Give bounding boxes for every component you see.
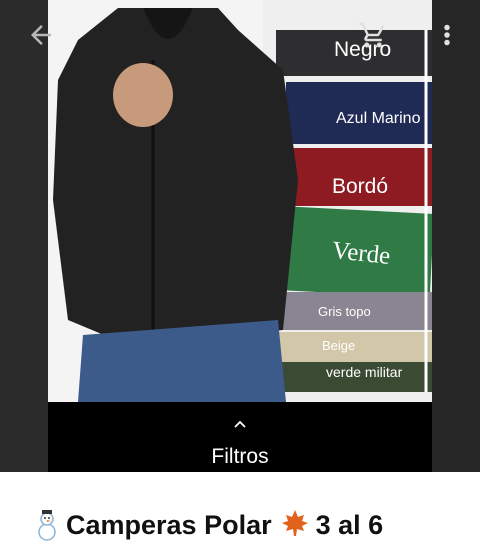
hand [113,63,173,127]
title-suffix: 3 al 6 [315,509,384,540]
maple-leaf-emoji [280,508,314,542]
more-vert-icon[interactable] [438,20,456,55]
label-bordo: Bordó [332,175,389,198]
jacket-body [53,8,298,345]
gallery-right-edge [432,0,480,472]
chevron-up-icon[interactable] [48,416,432,430]
filters-label[interactable]: Filtros [48,445,432,469]
label-gris-topo: Gris topo [318,304,371,319]
label-azul-marino: Azul Marino [336,110,421,127]
product-image[interactable]: Negro Azul Marino Bordó Verde Gris topo … [48,0,432,402]
gallery-left-edge [0,0,48,472]
label-beige: Beige [322,338,356,353]
filters-bar[interactable]: Filtros [48,402,432,472]
title-text: Camperas Polar [66,509,272,540]
snowman-emoji [30,508,64,542]
label-verde-militar: verde militar [326,364,403,380]
arrow-back-icon[interactable] [26,20,56,55]
product-title: Camperas Polar 3 al 6 [30,505,383,545]
product-gallery[interactable]: Negro Azul Marino Bordó Verde Gris topo … [0,0,480,472]
label-verde: Verde [330,237,392,270]
shopping-cart-icon[interactable] [358,20,388,55]
